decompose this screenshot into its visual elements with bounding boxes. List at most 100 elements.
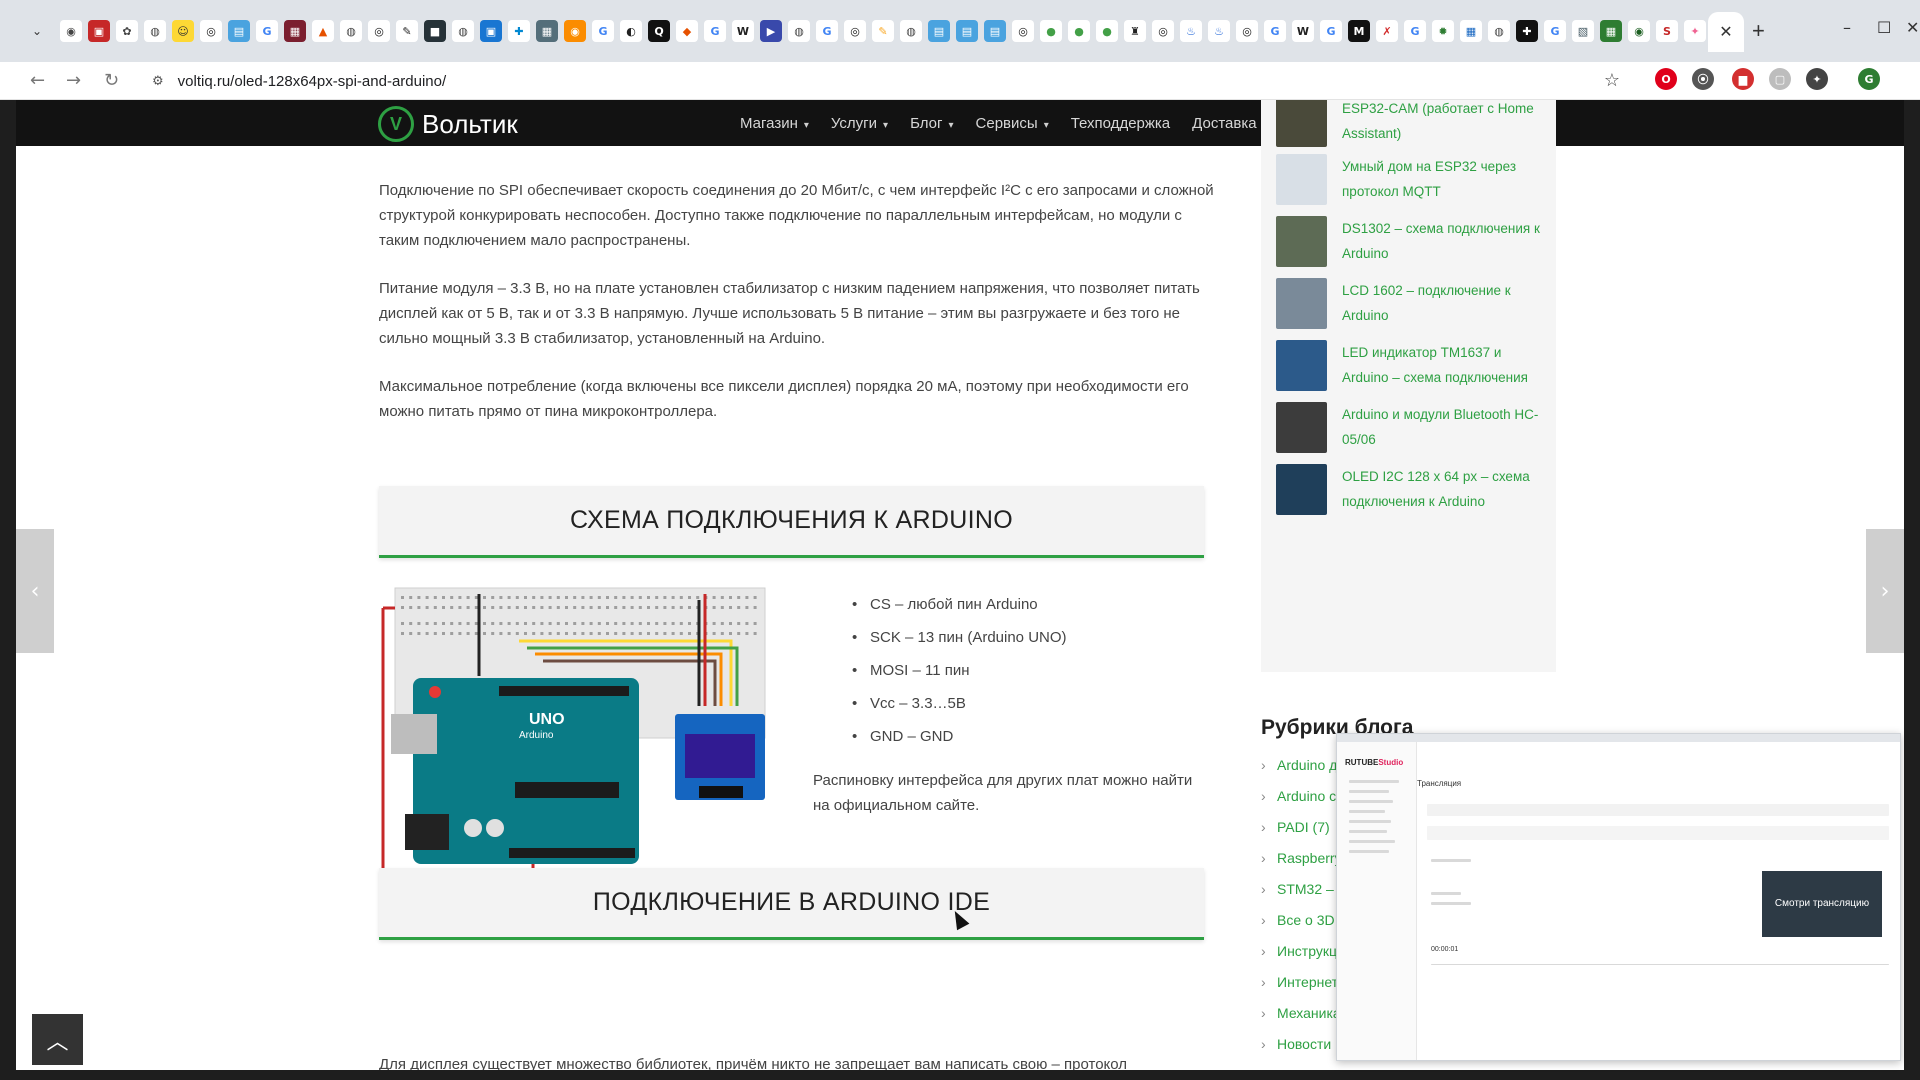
tab-favicon-icon[interactable]: ♨ [1208,20,1230,42]
scroll-to-top-button[interactable]: ︿ [32,1014,83,1065]
post-title-link[interactable]: Arduino и модули Bluetooth HC-05/06 [1342,402,1542,453]
tab-favicon-icon[interactable]: ◎ [1152,20,1174,42]
tab-favicon-icon[interactable]: ✿ [116,20,138,42]
post-thumbnail[interactable] [1276,154,1327,205]
new-tab-button[interactable]: + [1752,20,1765,42]
tab-favicon-icon[interactable]: G [256,20,278,42]
post-thumbnail[interactable] [1276,340,1327,391]
post-title-link[interactable]: LED индикатор TM1637 и Arduino – схема п… [1342,340,1542,391]
tab-favicon-icon[interactable]: ✚ [508,20,530,42]
forward-icon[interactable]: → [66,70,81,91]
tab-favicon-icon[interactable]: ◎ [844,20,866,42]
tab-favicon-icon[interactable]: ◉ [564,20,586,42]
maximize-icon[interactable]: ☐ [1877,18,1891,37]
tab-favicon-icon[interactable]: ▤ [228,20,250,42]
tab-favicon-icon[interactable]: ▶ [760,20,782,42]
tab-favicon-icon[interactable]: ◎ [1012,20,1034,42]
tab-favicon-icon[interactable]: ◍ [144,20,166,42]
menu-item[interactable]: Сервисы ▾ [976,115,1049,132]
tab-favicon-icon[interactable]: ▤ [956,20,978,42]
bookmark-star-icon[interactable]: ☆ [1604,70,1620,91]
tab-favicon-icon[interactable]: ✗ [1376,20,1398,42]
tab-favicon-icon[interactable]: ☺ [172,20,194,42]
recent-post[interactable]: LED индикатор TM1637 и Arduino – схема п… [1276,340,1542,391]
minimize-icon[interactable]: – [1843,18,1851,37]
back-icon[interactable]: ← [30,70,45,91]
recent-post[interactable]: ESP32-CAM (работает с Home Assistant) [1276,100,1542,147]
tab-favicon-icon[interactable]: W [732,20,754,42]
tab-favicon-icon[interactable]: ● [1040,20,1062,42]
tab-favicon-icon[interactable]: W [1292,20,1314,42]
category-link[interactable]: Инструкц [1261,936,1342,967]
tab-favicon-icon[interactable]: ■ [424,20,446,42]
tab-search-chevron-icon[interactable]: ⌄ [26,20,48,42]
broadcast-icon[interactable]: ⦿ [1692,68,1714,90]
recent-post[interactable]: Arduino и модули Bluetooth HC-05/06 [1276,402,1542,453]
menu-item[interactable]: Магазин ▾ [740,115,809,132]
tab-favicon-icon[interactable]: G [816,20,838,42]
category-link[interactable]: Arduino с [1261,781,1342,812]
tab-favicon-icon[interactable]: G [704,20,726,42]
tab-favicon-icon[interactable]: ◆ [676,20,698,42]
puzzle-icon[interactable]: ✦ [1806,68,1828,90]
tab-favicon-icon[interactable]: ◍ [340,20,362,42]
tab-favicon-icon[interactable]: G [1264,20,1286,42]
recent-post[interactable]: Умный дом на ESP32 через протокол MQTT [1276,154,1542,205]
tab-favicon-icon[interactable]: ◍ [452,20,474,42]
category-link[interactable]: Raspberry [1261,843,1342,874]
post-title-link[interactable]: DS1302 – схема подключения к Arduino [1342,216,1542,267]
recent-post[interactable]: LCD 1602 – подключение к Arduino [1276,278,1542,329]
post-title-link[interactable]: LCD 1602 – подключение к Arduino [1342,278,1542,329]
tab-favicon-icon[interactable]: ✦ [1684,20,1706,42]
tab-favicon-icon[interactable]: ▦ [536,20,558,42]
tab-favicon-icon[interactable]: ♜ [1124,20,1146,42]
tab-favicon-icon[interactable]: ▦ [284,20,306,42]
post-thumbnail[interactable] [1276,216,1327,267]
profile-avatar[interactable]: G [1858,68,1880,90]
next-post-arrow-icon[interactable]: › [1866,529,1904,653]
tab-favicon-icon[interactable]: ▤ [984,20,1006,42]
category-link[interactable]: PADI (7) [1261,812,1342,843]
recent-post[interactable]: DS1302 – схема подключения к Arduino [1276,216,1542,267]
tab-favicon-icon[interactable]: Q [648,20,670,42]
reload-icon[interactable]: ↻ [104,70,119,91]
tab-favicon-icon[interactable]: S [1656,20,1678,42]
tab-favicon-icon[interactable]: ♨ [1180,20,1202,42]
tab-favicon-icon[interactable]: ◉ [1628,20,1650,42]
category-link[interactable]: Механика [1261,998,1342,1029]
close-tab-icon[interactable]: ✕ [1719,22,1732,42]
tab-favicon-icon[interactable]: M [1348,20,1370,42]
category-link[interactable]: Интернет [1261,967,1342,998]
tab-favicon-icon[interactable]: ◍ [900,20,922,42]
active-tab[interactable]: ✕ [1708,12,1744,52]
url-text[interactable]: voltiq.ru/oled-128x64px-spi-and-arduino/ [178,73,447,90]
tab-favicon-icon[interactable]: ◎ [1236,20,1258,42]
opera-icon[interactable]: O [1655,68,1677,90]
tab-favicon-icon[interactable]: ▲ [312,20,334,42]
tab-favicon-icon[interactable]: G [1544,20,1566,42]
tab-favicon-icon[interactable]: ◉ [60,20,82,42]
recent-post[interactable]: OLED I2C 128 x 64 px – схема подключения… [1276,464,1542,515]
extension-icon[interactable]: ▢ [1769,68,1791,90]
tab-favicon-icon[interactable]: ▦ [1600,20,1622,42]
close-window-icon[interactable]: ✕ [1906,18,1919,37]
prev-post-arrow-icon[interactable]: ‹ [16,529,54,653]
tab-favicon-icon[interactable]: ✚ [1516,20,1538,42]
post-thumbnail[interactable] [1276,100,1327,147]
tab-favicon-icon[interactable]: ✎ [396,20,418,42]
tab-favicon-icon[interactable]: ✹ [1432,20,1454,42]
tab-favicon-icon[interactable]: ▦ [1460,20,1482,42]
site-logo[interactable]: V Вольтик [378,106,518,142]
post-thumbnail[interactable] [1276,278,1327,329]
tab-favicon-icon[interactable]: ◎ [200,20,222,42]
tab-favicon-icon[interactable]: G [592,20,614,42]
category-link[interactable]: Все о 3D [1261,905,1342,936]
post-thumbnail[interactable] [1276,402,1327,453]
tab-favicon-icon[interactable]: ✎ [872,20,894,42]
screen-share-preview[interactable]: RUTUBEStudio Трансляция Смотри трансляци… [1336,733,1901,1061]
record-icon[interactable]: ▆ [1732,68,1754,90]
tab-favicon-icon[interactable]: G [1320,20,1342,42]
tab-favicon-icon[interactable]: ◍ [1488,20,1510,42]
tab-favicon-icon[interactable]: ◍ [788,20,810,42]
post-thumbnail[interactable] [1276,464,1327,515]
